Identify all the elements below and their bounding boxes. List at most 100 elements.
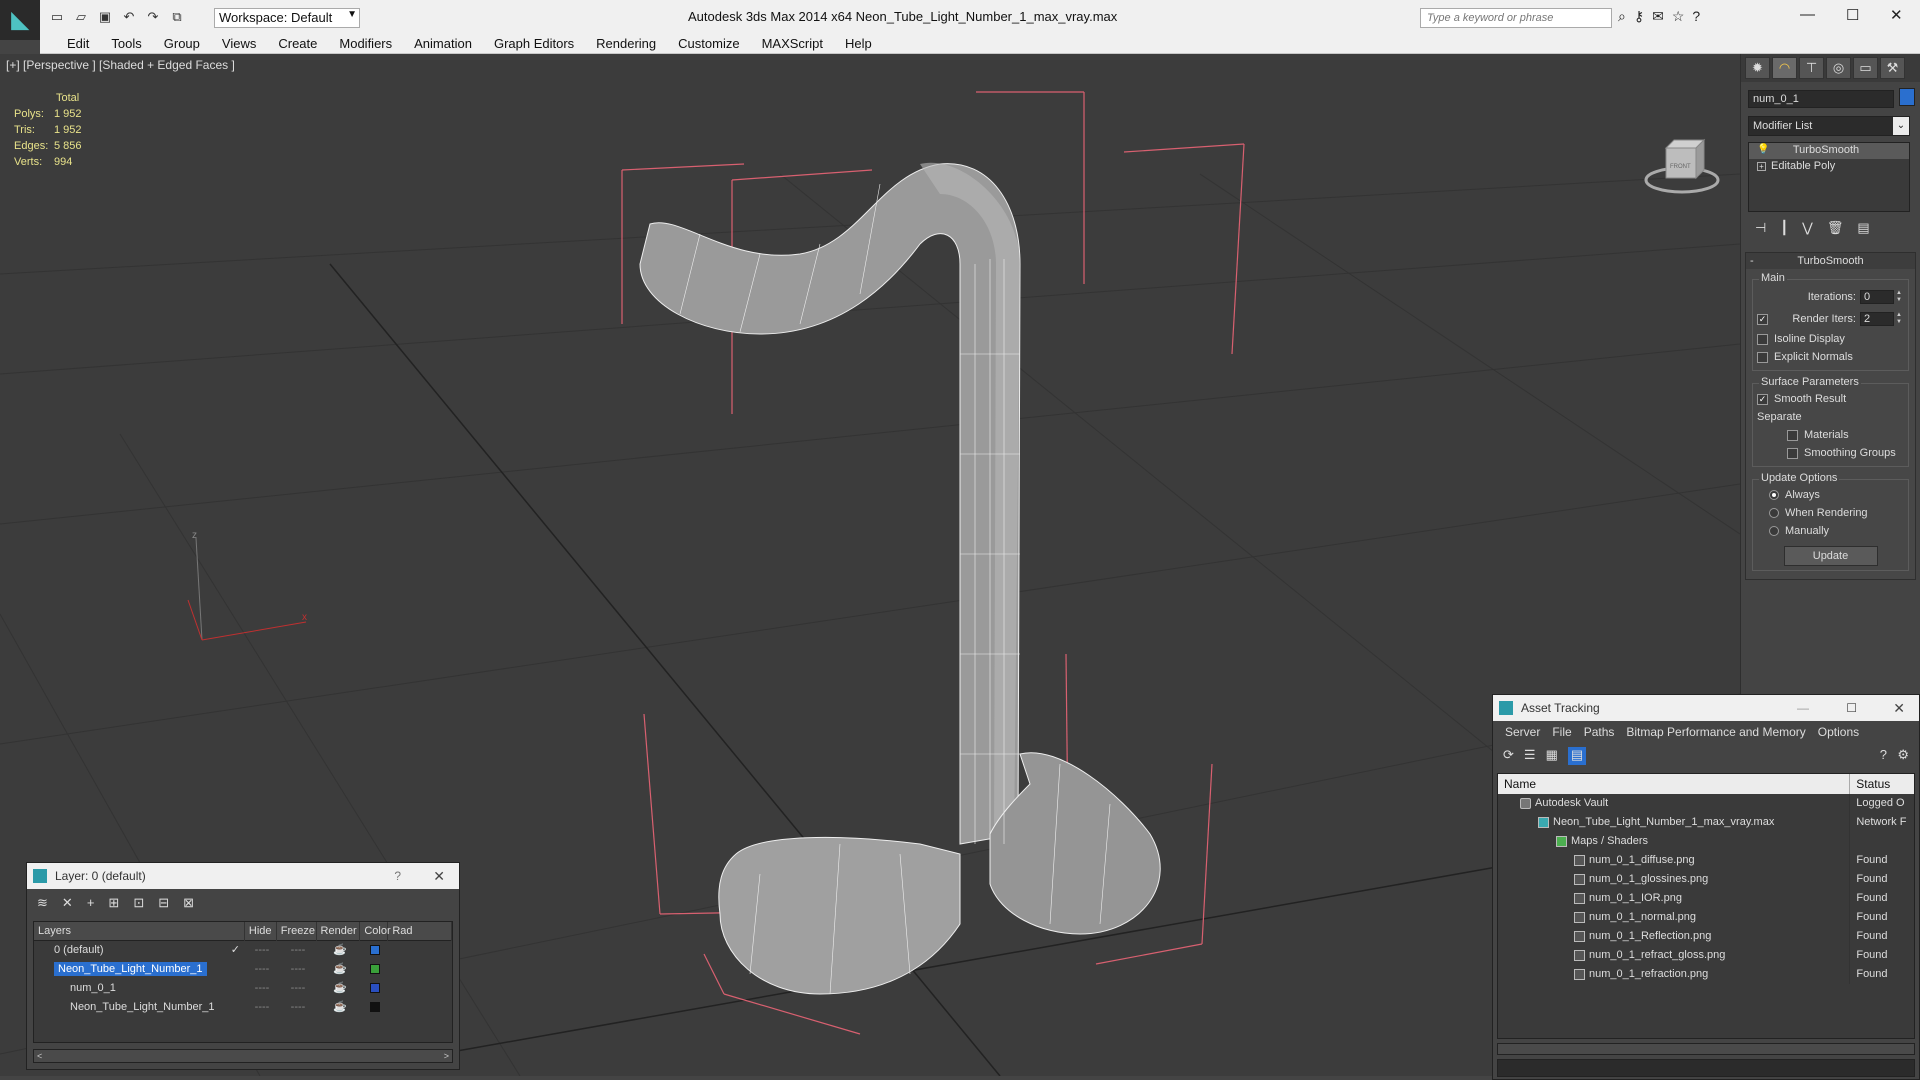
menu-help[interactable]: Help — [834, 34, 883, 53]
viewport-label[interactable]: [+] [Perspective ] [Shaded + Edged Faces… — [6, 58, 235, 72]
layer-color[interactable] — [362, 960, 390, 979]
manually-radio[interactable] — [1769, 526, 1779, 536]
layer-color[interactable] — [362, 979, 390, 998]
maximize-button[interactable]: ☐ — [1846, 6, 1859, 24]
menu-paths[interactable]: Paths — [1578, 725, 1621, 739]
minimize-button[interactable]: — — [1800, 6, 1815, 23]
render-iters-spinner[interactable]: 2 — [1860, 312, 1894, 326]
freeze-toggle[interactable]: ---- — [278, 960, 318, 979]
hide-freeze-icon[interactable]: ⊠ — [183, 895, 194, 911]
render-teapot-icon[interactable]: ☕ — [318, 941, 362, 960]
table-row[interactable]: num_0_1_refract_gloss.png Found — [1498, 946, 1914, 965]
refresh-icon[interactable]: ⟳ — [1503, 747, 1514, 765]
modify-tab-icon[interactable]: ◠ — [1772, 57, 1797, 79]
modifier-list-dropdown[interactable]: Modifier List ⌄ — [1748, 116, 1910, 136]
menu-views[interactable]: Views — [211, 34, 267, 53]
isoline-checkbox[interactable] — [1757, 333, 1768, 345]
rollout-header[interactable]: - TurboSmooth — [1746, 253, 1915, 269]
table-view-icon[interactable]: ▤ — [1567, 747, 1587, 765]
column-rad[interactable]: Rad — [388, 922, 452, 941]
smooth-result-checkbox[interactable]: ✓ — [1757, 393, 1768, 405]
workspace-dropdown[interactable]: Workspace: Default ▼ — [214, 8, 360, 28]
column-render[interactable]: Render — [317, 922, 361, 941]
freeze-toggle[interactable]: ---- — [278, 941, 318, 960]
menu-customize[interactable]: Customize — [667, 34, 750, 53]
dialog-titlebar[interactable]: Layer: 0 (default) ? ✕ — [27, 863, 459, 889]
motion-tab-icon[interactable]: ◎ — [1826, 57, 1851, 79]
neon-tube-model[interactable] — [639, 162, 1161, 995]
highlight-layer-icon[interactable]: ⊟ — [158, 895, 169, 911]
update-button[interactable]: Update — [1783, 546, 1878, 566]
utilities-tab-icon[interactable]: ⚒ — [1880, 57, 1905, 79]
expand-icon[interactable]: + — [1757, 162, 1766, 171]
column-hide[interactable]: Hide — [245, 922, 277, 941]
layer-color[interactable] — [362, 998, 390, 1017]
smoothing-groups-checkbox[interactable] — [1787, 447, 1798, 459]
thumbnail-view-icon[interactable]: ▦ — [1546, 747, 1558, 765]
minimize-button[interactable]: — — [1797, 695, 1809, 721]
display-tab-icon[interactable]: ▭ — [1853, 57, 1878, 79]
list-view-icon[interactable]: ☰ — [1524, 747, 1536, 765]
spinner-arrows-icon[interactable]: ▲ ▼ — [1896, 312, 1904, 326]
table-row[interactable]: Neon_Tube_Light_Number_1 ---- ---- ☕ — [34, 998, 452, 1017]
close-button[interactable]: ✕ — [1893, 695, 1905, 721]
create-tab-icon[interactable]: ✹ — [1745, 57, 1770, 79]
key-icon[interactable]: ⚷ — [1634, 8, 1644, 25]
render-iters-checkbox[interactable]: ✓ — [1757, 313, 1768, 325]
table-row[interactable]: 0 (default) ✓ ---- ---- ☕ — [34, 941, 452, 960]
freeze-toggle[interactable]: ---- — [278, 998, 318, 1017]
menu-graph-editors[interactable]: Graph Editors — [483, 34, 585, 53]
table-row[interactable]: Autodesk Vault Logged O — [1498, 794, 1914, 813]
table-row[interactable]: num_0_1_normal.png Found — [1498, 908, 1914, 927]
table-row[interactable]: Maps / Shaders — [1498, 832, 1914, 851]
table-row[interactable]: num_0_1_refraction.png Found — [1498, 965, 1914, 984]
configure-modifier-sets-icon[interactable]: ▤ — [1857, 220, 1869, 236]
table-row[interactable]: num_0_1 ---- ---- ☕ — [34, 979, 452, 998]
hide-toggle[interactable]: ---- — [246, 941, 278, 960]
hierarchy-tab-icon[interactable]: ⊤ — [1799, 57, 1824, 79]
settings-icon[interactable]: ⚙ — [1897, 747, 1909, 763]
remove-modifier-icon[interactable]: 🗑 — [1827, 220, 1844, 236]
hide-toggle[interactable]: ---- — [246, 960, 278, 979]
layer-color[interactable] — [362, 941, 390, 960]
column-name[interactable]: Name — [1498, 774, 1851, 794]
table-row[interactable]: num_0_1_diffuse.png Found — [1498, 851, 1914, 870]
new-file-icon[interactable]: ▭ — [48, 8, 66, 26]
freeze-toggle[interactable]: ---- — [278, 979, 318, 998]
open-file-icon[interactable]: ▱ — [72, 8, 90, 26]
select-objects-icon[interactable]: ⊡ — [133, 895, 144, 911]
table-row[interactable]: num_0_1_glossines.png Found — [1498, 870, 1914, 889]
table-row[interactable]: Neon_Tube_Light_Number_1_max_vray.max Ne… — [1498, 813, 1914, 832]
horizontal-scrollbar[interactable]: < > — [33, 1049, 453, 1063]
maximize-button[interactable]: ☐ — [1846, 695, 1857, 721]
help-icon[interactable]: ? — [1692, 8, 1700, 25]
menu-file[interactable]: File — [1546, 725, 1577, 739]
binoculars-icon[interactable]: ⌕ — [1618, 8, 1626, 25]
render-teapot-icon[interactable]: ☕ — [318, 998, 362, 1017]
hide-toggle[interactable]: ---- — [246, 998, 278, 1017]
pin-stack-icon[interactable]: ⊣ — [1755, 220, 1766, 236]
menu-maxscript[interactable]: MAXScript — [751, 34, 834, 53]
project-folder-icon[interactable]: ⧉ — [168, 8, 186, 26]
undo-icon[interactable]: ↶ — [120, 8, 138, 26]
communication-icon[interactable]: ✉ — [1652, 8, 1664, 25]
lightbulb-icon[interactable]: 💡 — [1757, 144, 1769, 155]
column-freeze[interactable]: Freeze — [277, 922, 317, 941]
stack-item-editable-poly[interactable]: + Editable Poly — [1749, 159, 1909, 175]
hide-toggle[interactable]: ---- — [246, 979, 278, 998]
scroll-left-icon[interactable]: < — [37, 1051, 42, 1061]
render-teapot-icon[interactable]: ☕ — [318, 979, 362, 998]
render-teapot-icon[interactable]: ☕ — [318, 960, 362, 979]
add-selection-icon[interactable]: ⊞ — [108, 895, 119, 911]
favorites-icon[interactable]: ☆ — [1672, 8, 1685, 25]
stack-item-turbosmooth[interactable]: 💡 TurboSmooth — [1749, 143, 1909, 159]
save-icon[interactable]: ▣ — [96, 8, 114, 26]
menu-rendering[interactable]: Rendering — [585, 34, 667, 53]
help-button[interactable]: ? — [394, 863, 401, 889]
menu-bitmap-performance[interactable]: Bitmap Performance and Memory — [1620, 725, 1811, 739]
menu-group[interactable]: Group — [153, 34, 211, 53]
object-name-field[interactable]: num_0_1 — [1748, 90, 1894, 108]
table-row[interactable]: num_0_1_IOR.png Found — [1498, 889, 1914, 908]
close-button[interactable]: ✕ — [433, 863, 445, 889]
column-color[interactable]: Color — [360, 922, 391, 941]
